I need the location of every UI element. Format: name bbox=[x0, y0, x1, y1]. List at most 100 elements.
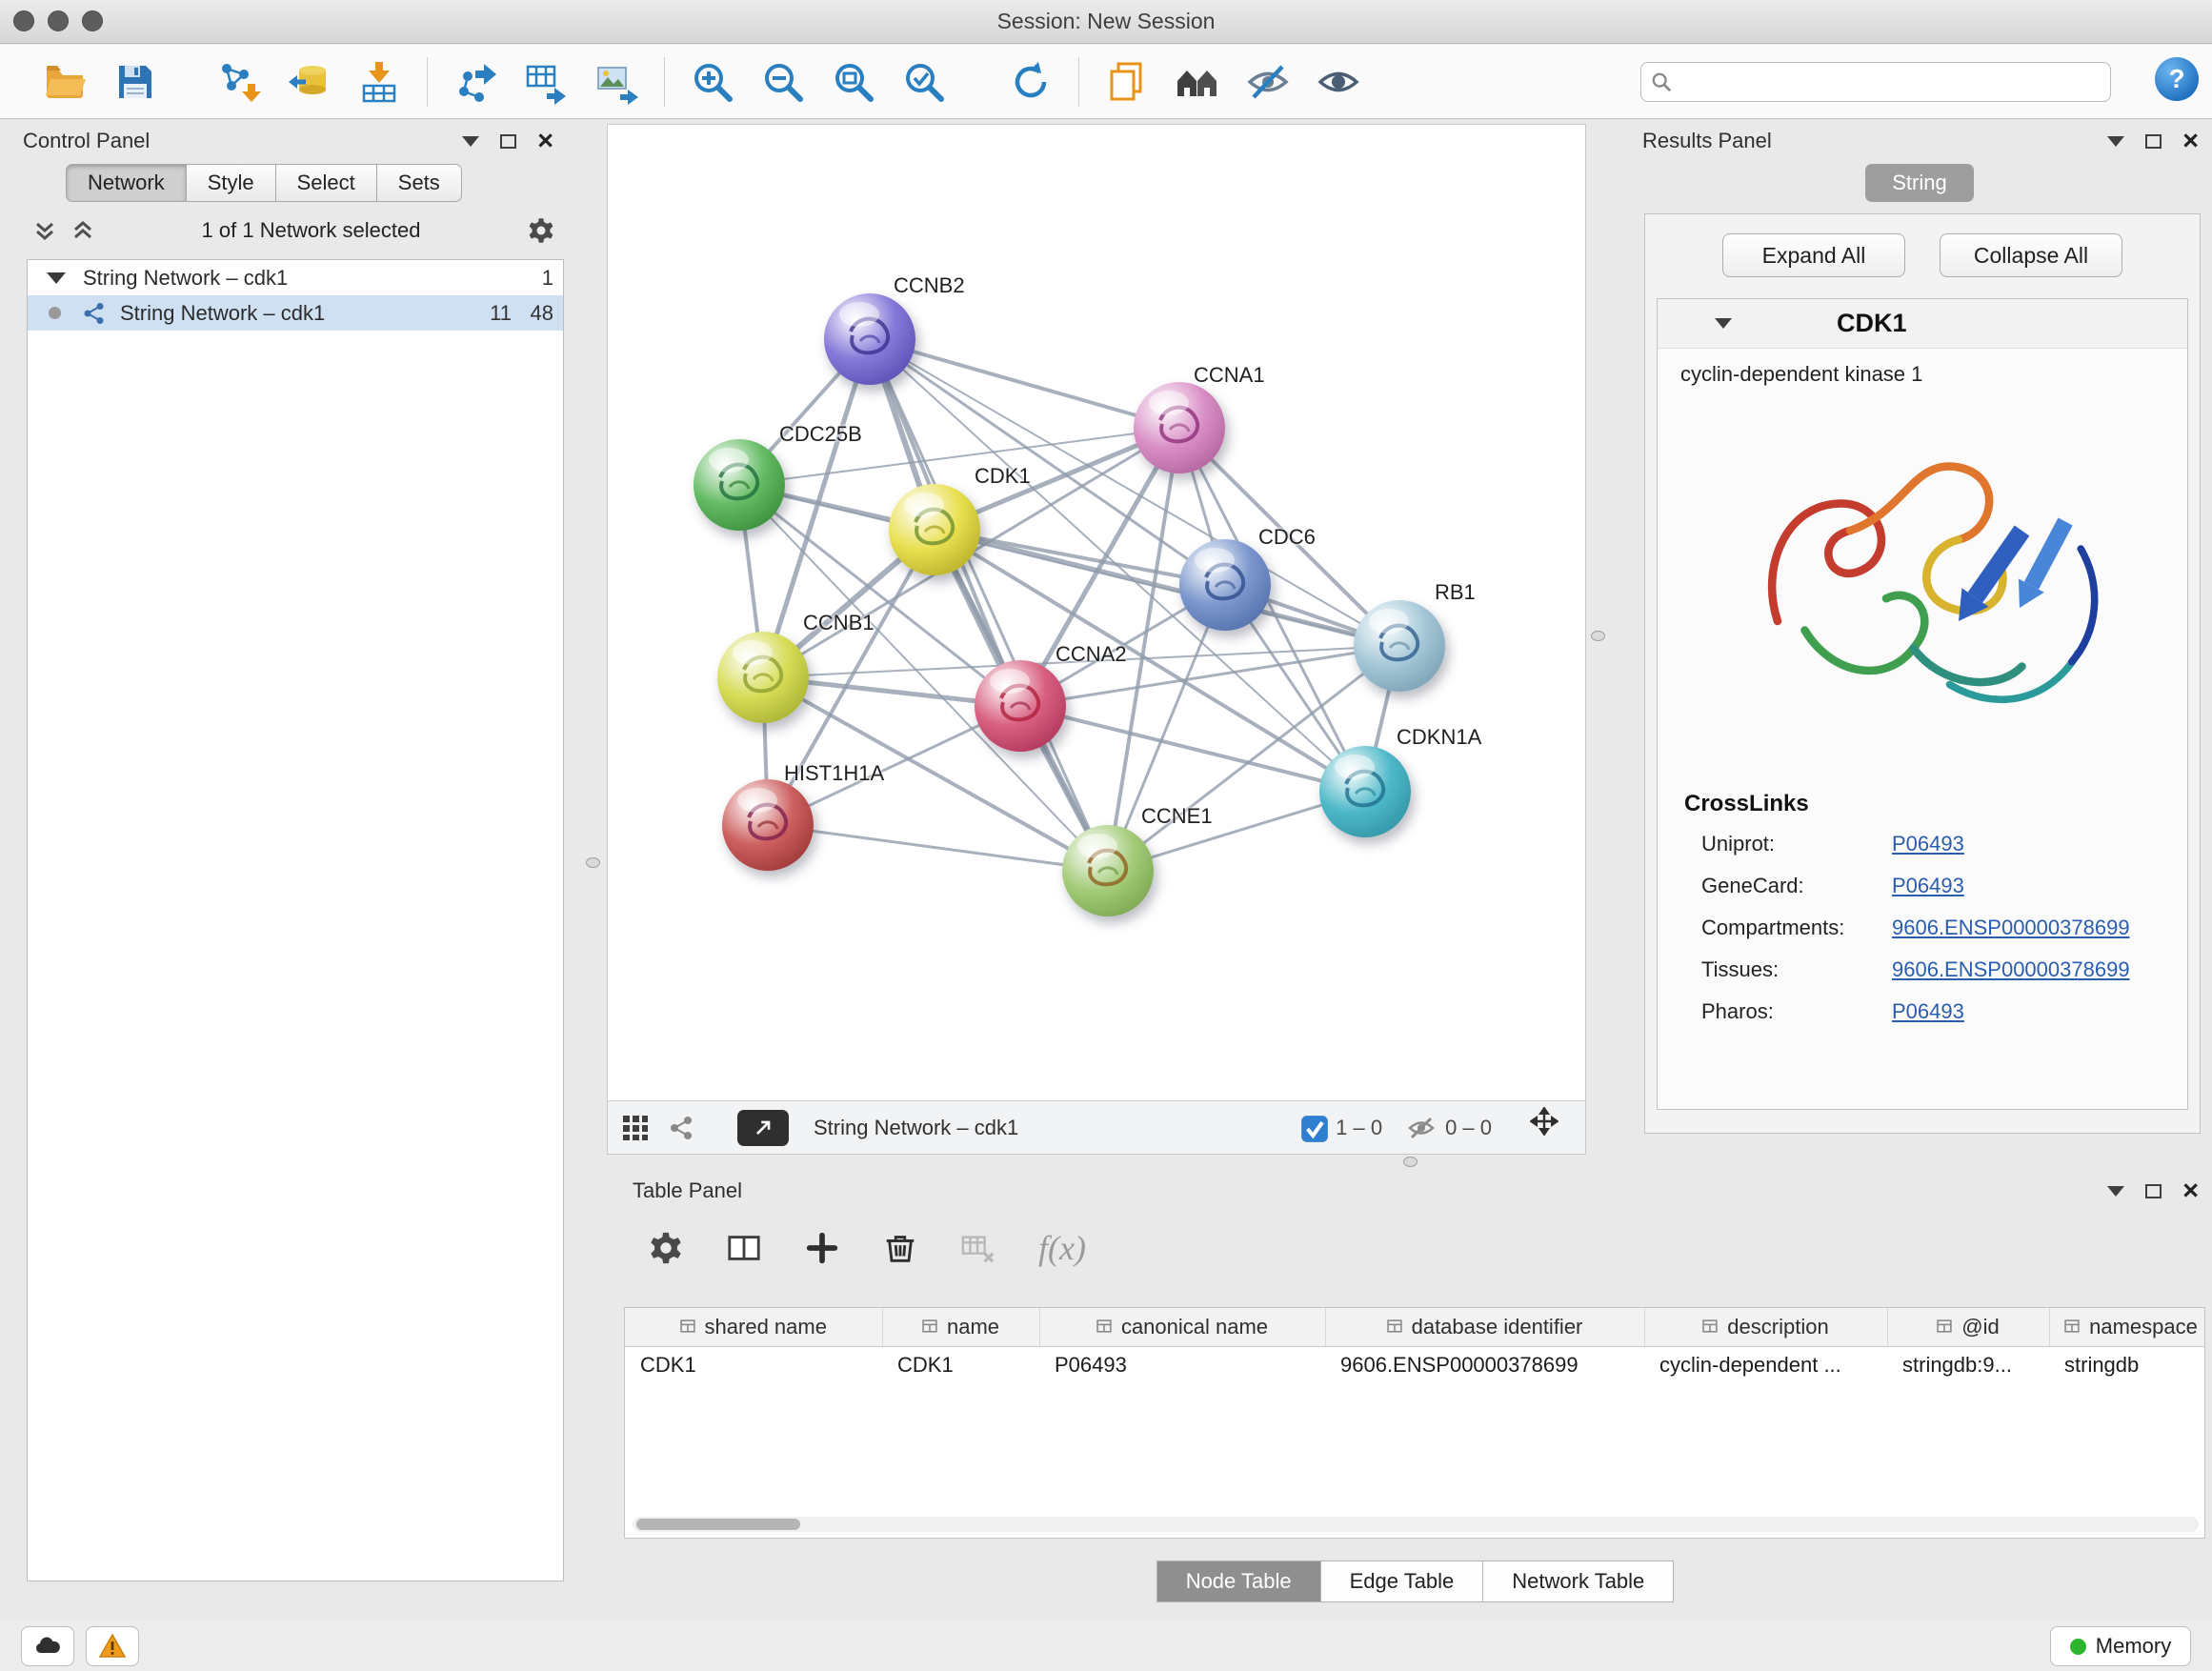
new-network-from-selection-icon[interactable] bbox=[1104, 59, 1150, 105]
close-panel-icon[interactable]: × bbox=[2182, 1181, 2199, 1200]
column-header-canonical-name[interactable]: canonical name bbox=[1039, 1308, 1325, 1346]
pan-move-icon[interactable] bbox=[1530, 1107, 1572, 1149]
expand-all-icon[interactable] bbox=[70, 218, 95, 243]
splitter-handle[interactable] bbox=[1403, 1157, 1418, 1167]
collapse-all-button[interactable]: Collapse All bbox=[1940, 233, 2122, 277]
zoom-in-icon[interactable] bbox=[690, 59, 735, 105]
float-window-icon[interactable] bbox=[500, 134, 516, 149]
tab-style[interactable]: Style bbox=[186, 164, 276, 202]
minimize-window-button[interactable] bbox=[48, 10, 69, 31]
column-header-description[interactable]: description bbox=[1644, 1308, 1887, 1346]
float-window-icon[interactable] bbox=[2145, 134, 2162, 149]
network-options-gear-icon[interactable] bbox=[527, 216, 555, 245]
tab-select[interactable]: Select bbox=[275, 164, 377, 202]
node-CDKN1A[interactable] bbox=[1319, 746, 1411, 837]
horizontal-scrollbar[interactable] bbox=[633, 1517, 2199, 1532]
close-window-button[interactable] bbox=[13, 10, 34, 31]
network-overview-icon[interactable] bbox=[667, 1114, 695, 1142]
selected-checkbox-icon[interactable] bbox=[1300, 1115, 1326, 1140]
import-table-file-icon[interactable] bbox=[356, 59, 402, 105]
tab-sets[interactable]: Sets bbox=[376, 164, 462, 202]
export-network-icon[interactable] bbox=[452, 59, 498, 105]
show-all-icon[interactable] bbox=[1316, 59, 1361, 105]
import-network-database-icon[interactable] bbox=[286, 59, 332, 105]
column-header-database-identifier[interactable]: database identifier bbox=[1325, 1308, 1644, 1346]
grid-view-icon[interactable] bbox=[621, 1114, 650, 1142]
tab-string[interactable]: String bbox=[1865, 164, 1974, 202]
table-cell[interactable]: CDK1 bbox=[882, 1346, 1039, 1384]
panel-menu-chevron-icon[interactable] bbox=[462, 136, 479, 147]
network-collection-row[interactable]: String Network – cdk1 1 bbox=[28, 260, 563, 295]
hidden-eye-icon[interactable] bbox=[1407, 1114, 1436, 1142]
node-HIST1H1A[interactable] bbox=[722, 779, 814, 871]
node-CDC25B[interactable] bbox=[694, 439, 785, 531]
node-CCNB2[interactable] bbox=[824, 293, 915, 385]
table-cell[interactable]: stringdb bbox=[2049, 1346, 2205, 1384]
create-column-plus-icon[interactable] bbox=[804, 1230, 840, 1266]
node-label-CCNE1: CCNE1 bbox=[1141, 804, 1213, 829]
table-options-gear-icon[interactable] bbox=[648, 1230, 684, 1266]
node-RB1[interactable] bbox=[1354, 600, 1445, 692]
help-button[interactable]: ? bbox=[2155, 57, 2199, 101]
export-image-icon[interactable] bbox=[593, 59, 639, 105]
node-CDK1[interactable] bbox=[889, 484, 980, 575]
tab-node-table[interactable]: Node Table bbox=[1156, 1560, 1321, 1602]
show-columns-icon[interactable] bbox=[726, 1230, 762, 1266]
collection-expander-icon[interactable] bbox=[47, 272, 66, 284]
zoom-out-icon[interactable] bbox=[760, 59, 806, 105]
crosslink-value-link[interactable]: P06493 bbox=[1892, 874, 1964, 898]
detach-view-button[interactable] bbox=[737, 1110, 789, 1146]
column-header--id[interactable]: @id bbox=[1887, 1308, 2049, 1346]
zoom-fit-icon[interactable] bbox=[831, 59, 876, 105]
gene-section-header[interactable]: CDK1 bbox=[1658, 299, 2187, 349]
table-cell[interactable]: cyclin-dependent ... bbox=[1644, 1346, 1887, 1384]
node-CCNE1[interactable] bbox=[1062, 825, 1154, 916]
column-header-namespace[interactable]: namespace bbox=[2049, 1308, 2205, 1346]
memory-button[interactable]: Memory bbox=[2050, 1626, 2191, 1666]
search-input[interactable] bbox=[1679, 70, 2101, 94]
table-cell[interactable]: P06493 bbox=[1039, 1346, 1325, 1384]
node-CCNA1[interactable] bbox=[1134, 382, 1225, 473]
table-row[interactable]: CDK1CDK1P064939606.ENSP00000378699cyclin… bbox=[625, 1346, 2205, 1384]
collapse-all-icon[interactable] bbox=[32, 218, 57, 243]
network-canvas[interactable]: CCNB2CCNA1CDC25BCDK1CDC6RB1CCNB1CCNA2CDK… bbox=[608, 125, 1585, 1100]
crosslink-value-link[interactable]: P06493 bbox=[1892, 832, 1964, 856]
close-panel-icon[interactable]: × bbox=[2182, 131, 2199, 151]
export-table-icon[interactable] bbox=[523, 59, 569, 105]
splitter-handle[interactable] bbox=[1591, 631, 1605, 641]
node-CCNB1[interactable] bbox=[717, 632, 809, 723]
section-expander-icon[interactable] bbox=[1715, 318, 1732, 329]
panel-menu-chevron-icon[interactable] bbox=[2107, 1186, 2124, 1197]
open-session-icon[interactable] bbox=[42, 59, 88, 105]
table-cell[interactable]: 9606.ENSP00000378699 bbox=[1325, 1346, 1644, 1384]
crosslink-value-link[interactable]: 9606.ENSP00000378699 bbox=[1892, 957, 2130, 982]
tab-network[interactable]: Network bbox=[66, 164, 187, 202]
scrollbar-thumb[interactable] bbox=[636, 1519, 800, 1530]
column-header-shared-name[interactable]: shared name bbox=[625, 1308, 882, 1346]
crosslink-value-link[interactable]: P06493 bbox=[1892, 999, 1964, 1024]
network-row-selected[interactable]: String Network – cdk1 11 48 bbox=[28, 295, 563, 331]
column-header-name[interactable]: name bbox=[882, 1308, 1039, 1346]
apply-layout-icon[interactable] bbox=[1008, 59, 1054, 105]
close-panel-icon[interactable]: × bbox=[537, 131, 553, 151]
import-network-file-icon[interactable] bbox=[215, 59, 261, 105]
zoom-selected-icon[interactable] bbox=[901, 59, 947, 105]
float-window-icon[interactable] bbox=[2145, 1184, 2162, 1198]
node-CCNA2[interactable] bbox=[975, 660, 1066, 752]
table-cell[interactable]: CDK1 bbox=[625, 1346, 882, 1384]
node-CDC6[interactable] bbox=[1179, 539, 1271, 631]
hide-selected-icon[interactable] bbox=[1245, 59, 1291, 105]
warnings-button[interactable] bbox=[86, 1626, 139, 1666]
expand-all-button[interactable]: Expand All bbox=[1722, 233, 1905, 277]
splitter-handle[interactable] bbox=[586, 857, 600, 868]
crosslink-value-link[interactable]: 9606.ENSP00000378699 bbox=[1892, 916, 2130, 940]
first-neighbors-icon[interactable] bbox=[1175, 59, 1220, 105]
tab-edge-table[interactable]: Edge Table bbox=[1320, 1560, 1484, 1602]
delete-column-trash-icon[interactable] bbox=[882, 1230, 918, 1266]
cloud-status-button[interactable] bbox=[21, 1626, 74, 1666]
panel-menu-chevron-icon[interactable] bbox=[2107, 136, 2124, 147]
table-cell[interactable]: stringdb:9... bbox=[1887, 1346, 2049, 1384]
save-session-icon[interactable] bbox=[112, 59, 158, 105]
zoom-window-button[interactable] bbox=[82, 10, 103, 31]
tab-network-table[interactable]: Network Table bbox=[1482, 1560, 1674, 1602]
